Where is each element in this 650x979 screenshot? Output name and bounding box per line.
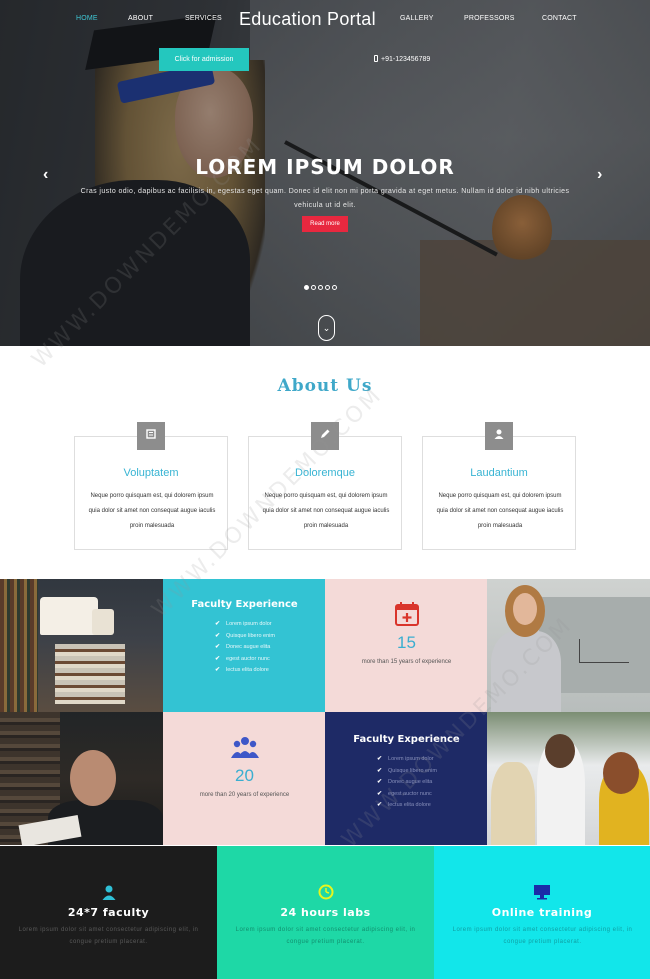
slider-dot-5[interactable] (332, 285, 337, 290)
brand-logo[interactable]: Education Portal (239, 9, 376, 30)
check-icon: ✔ (377, 790, 383, 797)
feature-heading: Faculty Experience (191, 599, 298, 610)
user-icon (485, 422, 513, 450)
lamp-shade (92, 609, 114, 635)
monitor-icon (434, 884, 650, 905)
list-item: ✔ lectus elita dolore (215, 667, 269, 673)
bookshelf (0, 579, 38, 712)
book-icon (137, 422, 165, 450)
check-icon: ✔ (215, 632, 221, 639)
phone-contact: +91-123456789 (374, 55, 430, 63)
nav-contact[interactable]: CONTACT (542, 15, 577, 22)
slider-dots (304, 277, 339, 290)
service-title: 24 hours labs (280, 906, 371, 919)
about-card-text: Neque porro quisquam est, qui dolorem ip… (88, 493, 216, 529)
check-icon: ✔ (377, 779, 383, 785)
student-head (545, 734, 575, 768)
check-icon: ✔ (215, 621, 221, 627)
service-text: Lorem ipsum dolor sit amet consectetur a… (18, 927, 199, 945)
hero-slider: HOME ABOUT SERVICES GALLERY PROFESSORS C… (0, 0, 650, 346)
photo-man-reading (0, 712, 163, 845)
slider-dot-1[interactable] (304, 285, 309, 290)
check-icon: ✔ (377, 802, 383, 808)
slider-dot-4[interactable] (325, 285, 330, 290)
teacher-body (491, 631, 561, 712)
nav-home[interactable]: HOME (76, 15, 98, 22)
service-title: Online training (491, 906, 593, 919)
stat-label: more than 15 years of experience (361, 659, 452, 665)
stat-panel-20: 20 more than 20 years of experience (163, 712, 326, 845)
teacher-face (513, 593, 537, 625)
feature-list: ✔ Lorem ipsum dolor ✔ Quisque libero enim … (377, 754, 437, 812)
whiteboard-chart (579, 639, 629, 663)
pencil-icon (311, 422, 339, 450)
chevron-down-icon: ⌄ (322, 323, 331, 333)
about-card-3: Laudantium Neque porro quisquam est, qui… (422, 436, 576, 550)
photo-teacher-whiteboard (487, 579, 650, 712)
student-head (603, 752, 639, 794)
nav-about[interactable]: ABOUT (128, 15, 153, 22)
about-card-title: Voluptatem (123, 467, 179, 479)
read-more-button[interactable]: Read more (302, 216, 348, 232)
slider-dot-3[interactable] (318, 285, 323, 290)
photo-desk-lamp (0, 579, 163, 712)
about-card-text: Neque porro quisquam est, qui dolorem ip… (262, 493, 390, 529)
stat-panel-15: 15 more than 15 years of experience (325, 579, 488, 712)
about-card-1: Voluptatem Neque porro quisquam est, qui… (74, 436, 228, 550)
reader-head (70, 750, 116, 806)
feature-list: ✔ Lorem ipsum dolor ✔ Quisque libero enim … (215, 619, 275, 677)
feature-heading: Faculty Experience (353, 734, 460, 745)
about-card-text: Neque porro quisquam est, qui dolorem ip… (436, 493, 564, 529)
service-text: Lorem ipsum dolor sit amet consectetur a… (235, 927, 416, 945)
service-title: 24*7 faculty (67, 906, 150, 919)
scroll-down-button[interactable]: ⌄ (318, 315, 335, 341)
slide-text: Cras justo odio, dapibus ac facilisis in… (80, 188, 570, 209)
clock-icon (217, 884, 434, 905)
slider-dot-2[interactable] (311, 285, 316, 290)
service-labs: 24 hours labs Lorem ipsum dolor sit amet… (217, 846, 434, 979)
list-item: ✔ Lorem ipsum dolor (377, 756, 434, 762)
list-item: ✔ Donec augue elita (377, 779, 433, 785)
faculty-experience-panel: Faculty Experience ✔ Lorem ipsum dolor ✔ Q… (163, 579, 326, 712)
service-faculty: 24*7 faculty Lorem ipsum dolor sit amet … (0, 846, 217, 979)
check-icon: ✔ (377, 767, 383, 774)
lamp-shade (40, 597, 98, 635)
stat-label: more than 20 years of experience (199, 792, 290, 798)
list-item: ✔ Quisque libero enim (377, 767, 437, 774)
service-online-training: Online training Lorem ipsum dolor sit am… (434, 846, 650, 979)
about-title: About Us (277, 376, 373, 396)
calendar-plus-icon (325, 601, 488, 632)
users-icon (163, 736, 326, 765)
phone-icon (374, 55, 378, 62)
admission-button[interactable]: Click for admission (159, 48, 249, 71)
check-icon: ✔ (215, 644, 221, 650)
list-item: ✔ egest auctor nunc (377, 790, 432, 797)
user-icon (0, 884, 217, 905)
about-card-2: Doloremque Neque porro quisquam est, qui… (248, 436, 402, 550)
service-text: Lorem ipsum dolor sit amet consectetur a… (452, 927, 633, 945)
list-item: ✔ egest auctor nunc (215, 655, 270, 662)
check-icon: ✔ (215, 655, 221, 662)
book-stack (55, 644, 125, 704)
phone-number: +91-123456789 (381, 56, 431, 63)
nav-gallery[interactable]: GALLERY (400, 15, 434, 22)
check-icon: ✔ (215, 667, 221, 673)
slide-title: LOREM IPSUM DOLOR (195, 155, 455, 179)
list-item: ✔ Lorem ipsum dolor (215, 621, 272, 627)
list-item: ✔ lectus elita dolore (377, 802, 431, 808)
stat-number: 15 (397, 633, 416, 652)
faculty-experience-panel-navy: Faculty Experience ✔ Lorem ipsum dolor ✔ Q… (325, 712, 488, 845)
photo-students (487, 712, 650, 845)
student (491, 762, 535, 845)
list-item: ✔ Donec augue elita (215, 644, 271, 650)
about-card-title: Doloremque (295, 467, 355, 479)
stat-number: 20 (235, 766, 254, 785)
check-icon: ✔ (377, 756, 383, 762)
about-card-title: Laudantium (470, 467, 528, 479)
nav-services[interactable]: SERVICES (185, 15, 222, 22)
nav-professors[interactable]: PROFESSORS (464, 15, 515, 22)
list-item: ✔ Quisque libero enim (215, 632, 275, 639)
